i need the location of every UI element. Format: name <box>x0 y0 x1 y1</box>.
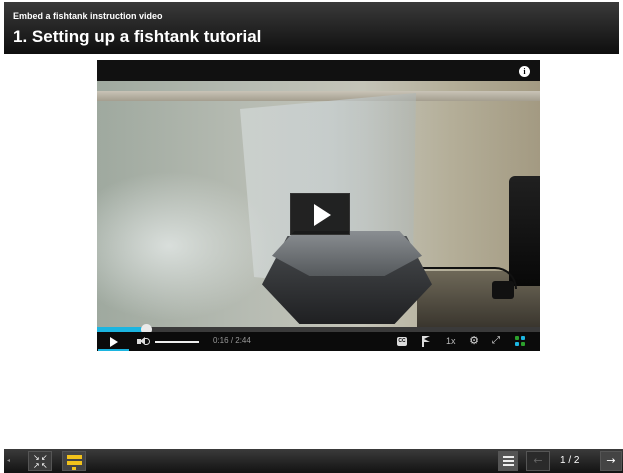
big-play-button[interactable] <box>290 193 350 235</box>
gear-icon[interactable]: ⚙ <box>469 335 479 346</box>
toolbar-grip-icon: ◂ <box>7 457 11 464</box>
video-scene-trim <box>97 91 540 101</box>
header-bar: Embed a fishtank instruction video 1. Se… <box>4 2 619 54</box>
bottom-toolbar: ◂ ↘ ↙ ↗ ↖ ← 1 / 2 → <box>4 449 623 473</box>
time-current: 0:16 <box>213 336 229 345</box>
time-display: 0:16 / 2:44 <box>213 336 251 345</box>
video-top-bar: i <box>97 60 540 81</box>
volume-slider[interactable] <box>155 341 199 343</box>
collapse-icon[interactable]: ↘ ↙ ↗ ↖ <box>28 451 52 471</box>
time-total: / 2:44 <box>230 336 251 345</box>
captions-icon[interactable]: CC <box>397 337 407 346</box>
player-logo-icon[interactable] <box>515 336 526 347</box>
volume-icon[interactable] <box>137 337 150 346</box>
flag-icon[interactable] <box>422 336 432 347</box>
page-title: 1. Setting up a fishtank tutorial <box>13 27 262 46</box>
video-frame[interactable] <box>97 81 540 327</box>
play-icon <box>110 337 118 347</box>
video-scene-speaker <box>509 176 540 286</box>
info-icon[interactable]: i <box>519 66 530 77</box>
video-scene-plug <box>492 281 514 299</box>
page-indicator: 1 / 2 <box>560 455 580 466</box>
next-page-button[interactable]: → <box>600 451 622 471</box>
layout-icon[interactable] <box>62 451 86 471</box>
page-subtitle: Embed a fishtank instruction video <box>13 11 163 21</box>
playback-speed-button[interactable]: 1x <box>446 336 456 346</box>
play-icon <box>314 204 331 226</box>
fullscreen-icon[interactable]: ⤢ <box>492 336 502 346</box>
control-bar: 0:16 / 2:44 CC 1x ⚙ ⤢ <box>97 332 540 351</box>
previous-page-button[interactable]: ← <box>526 451 550 471</box>
page-list-icon[interactable] <box>498 451 518 471</box>
play-button[interactable] <box>98 332 129 351</box>
video-player[interactable]: i 0:16 / 2:44 CC 1x ⚙ ⤢ <box>97 60 540 351</box>
page: Embed a fishtank instruction video 1. Se… <box>0 0 623 473</box>
